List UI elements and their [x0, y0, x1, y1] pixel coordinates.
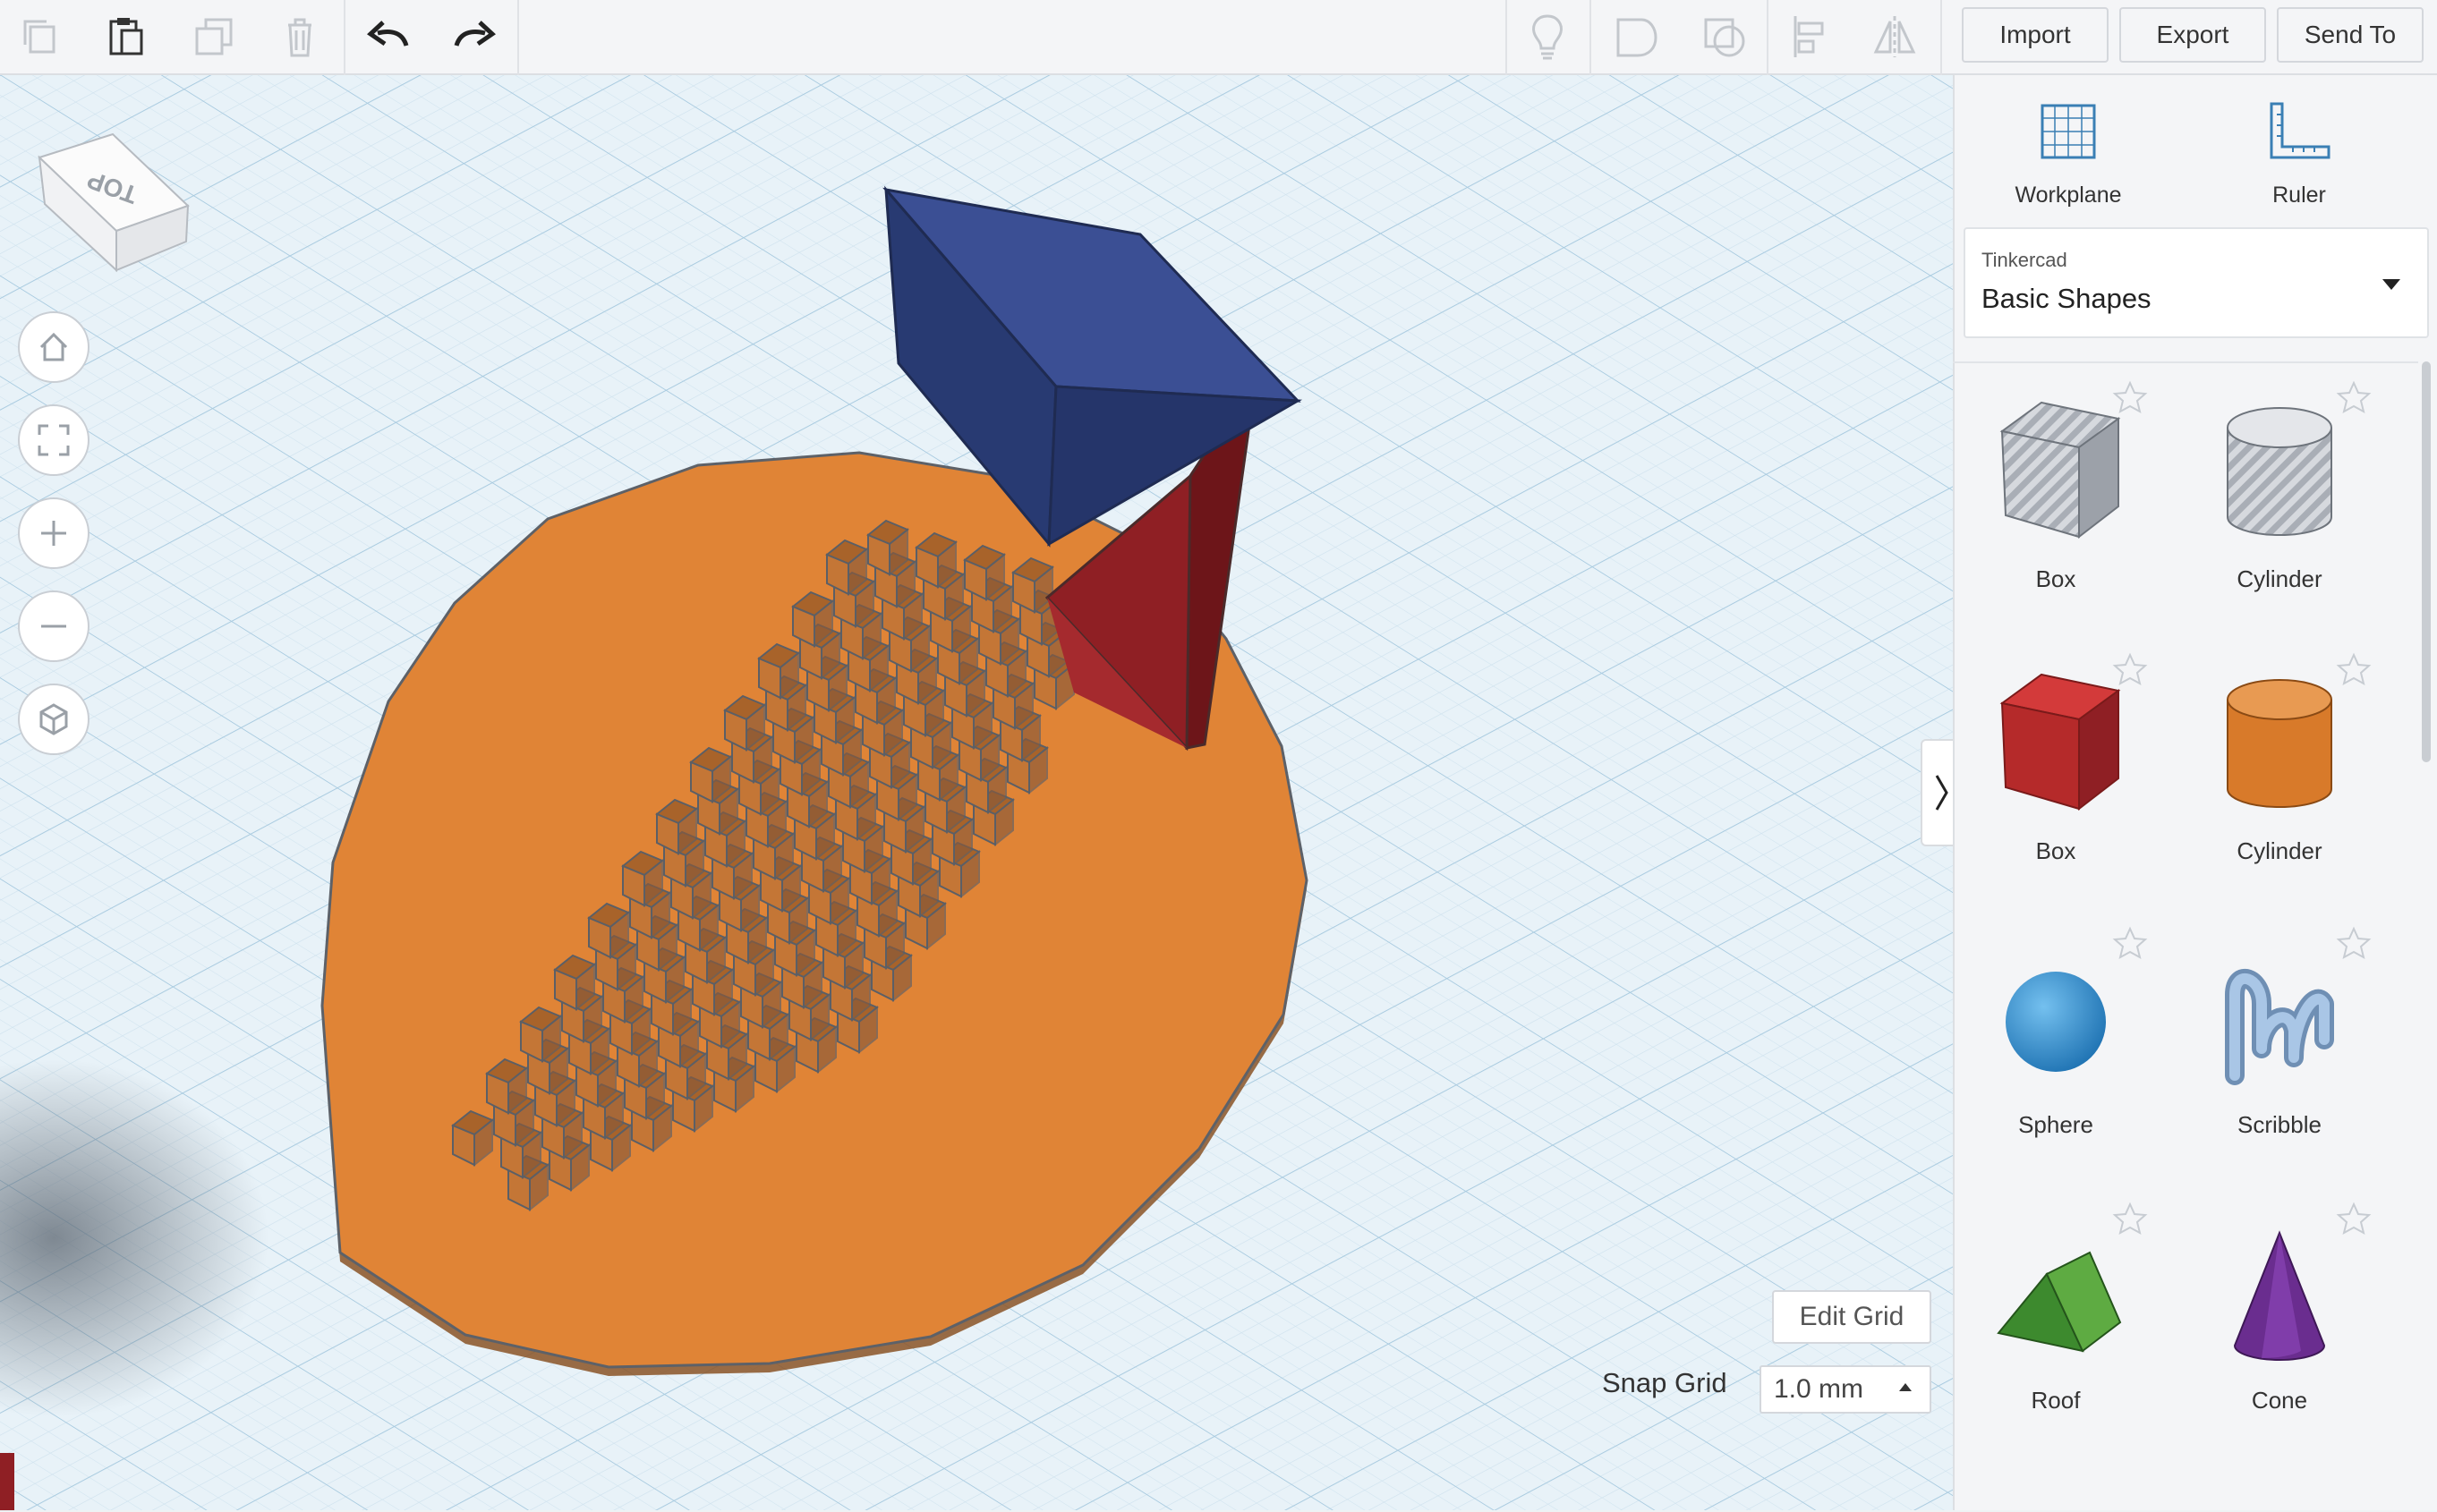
cylinder-hole-icon: [2227, 407, 2332, 536]
workplane-icon: [2041, 104, 2096, 159]
redo-icon: [454, 21, 496, 47]
shape-tile-roof[interactable]: Roof: [1953, 1185, 2159, 1444]
workplane-label: Workplane: [2015, 183, 2122, 208]
shape-tile-cone[interactable]: Cone: [2177, 1185, 2382, 1444]
home-icon: [39, 332, 68, 361]
ungroup-button[interactable]: [1693, 5, 1756, 68]
sphere-icon: [2006, 972, 2106, 1072]
cube-icon: [39, 703, 68, 735]
minus-icon: [41, 624, 66, 628]
scribble-icon: [2225, 969, 2334, 1085]
top-toolbar: Import Export Send To: [0, 0, 2437, 75]
toolbar-divider: [1940, 0, 1942, 75]
shape-name: Cylinder: [2237, 837, 2322, 864]
toolbar-divider: [1589, 0, 1591, 75]
perspective-button[interactable]: [18, 684, 89, 755]
zoom-out-button[interactable]: [18, 590, 89, 662]
ruler-label: Ruler: [2272, 183, 2326, 208]
box-hole-icon: [1999, 401, 2121, 539]
shape-name: Sphere: [2018, 1111, 2093, 1138]
view-cube[interactable]: TOP: [27, 107, 197, 277]
paste-icon: [109, 18, 143, 55]
group-button[interactable]: [1606, 5, 1668, 68]
edit-grid-button[interactable]: Edit Grid: [1772, 1290, 1931, 1344]
cone-icon: [2233, 1230, 2326, 1361]
shape-tile-box-hole[interactable]: Box: [1953, 363, 2159, 623]
workplane-tool[interactable]: Workplane: [1992, 93, 2144, 209]
library-provider: Tinkercad: [1981, 249, 2067, 271]
duplicate-button[interactable]: [183, 5, 245, 68]
ruler-icon: [2270, 102, 2330, 159]
toolbar-divider: [517, 0, 519, 75]
roof-icon: [1997, 1251, 2122, 1353]
library-selected: Basic Shapes: [1981, 283, 2152, 314]
3d-viewport[interactable]: TOP Edit Grid Snap Grid 1.0 mm: [0, 75, 1953, 1510]
shape-name: Box: [2035, 837, 2076, 864]
shape-name: Cylinder: [2237, 565, 2322, 592]
fit-view-icon: [38, 424, 70, 456]
toolbar-divider: [1505, 0, 1507, 75]
lightbulb-icon: [1532, 14, 1563, 60]
align-icon: [1794, 16, 1824, 57]
toolbar-divider: [344, 0, 345, 75]
shape-tile-sphere[interactable]: Sphere: [1953, 909, 2159, 1168]
box-icon: [1999, 673, 2121, 811]
copy-button[interactable]: [11, 5, 73, 68]
shape-tile-box[interactable]: Box: [1953, 635, 2159, 895]
shape-list-scrollbar[interactable]: [2422, 361, 2431, 762]
undo-button[interactable]: [358, 5, 421, 68]
workplane-grid: [0, 75, 1953, 1510]
shape-name: Roof: [2031, 1387, 2081, 1414]
shape-tile-cylinder[interactable]: Cylinder: [2177, 635, 2382, 895]
chevron-right-icon: [1935, 775, 1948, 811]
snap-grid-label: Snap Grid: [1602, 1367, 1727, 1398]
caret-down-icon: [2382, 279, 2400, 290]
send-to-button[interactable]: Send To: [2277, 7, 2424, 63]
undo-icon: [367, 21, 409, 47]
cylinder-icon: [2227, 679, 2332, 808]
copy-icon: [23, 20, 55, 54]
trash-icon: [288, 18, 311, 57]
home-view-button[interactable]: [18, 311, 89, 383]
align-button[interactable]: [1779, 5, 1842, 68]
ungroup-icon: [1704, 18, 1745, 57]
import-button[interactable]: Import: [1962, 7, 2109, 63]
delete-button[interactable]: [268, 5, 331, 68]
shape-name: Cone: [2251, 1387, 2308, 1414]
plus-icon: [41, 521, 66, 546]
export-button[interactable]: Export: [2119, 7, 2266, 63]
duplicate-icon: [195, 18, 233, 55]
mirror-icon: [1873, 16, 1916, 57]
paste-button[interactable]: [95, 5, 158, 68]
snap-grid-select[interactable]: 1.0 mm: [1760, 1365, 1931, 1414]
fit-view-button[interactable]: [18, 404, 89, 476]
zoom-in-button[interactable]: [18, 497, 89, 569]
group-icon: [1616, 18, 1657, 57]
shape-tile-scribble[interactable]: Scribble: [2177, 909, 2382, 1168]
redo-button[interactable]: [442, 5, 505, 68]
snap-grid-value: 1.0 mm: [1774, 1374, 1864, 1404]
shape-library-select[interactable]: Tinkercad Basic Shapes: [1964, 227, 2429, 338]
mirror-button[interactable]: [1863, 5, 1926, 68]
shape-name: Box: [2035, 565, 2076, 592]
ruler-tool[interactable]: Ruler: [2223, 93, 2375, 209]
caret-up-icon: [1899, 1383, 1912, 1391]
shape-tile-cylinder-hole[interactable]: Cylinder: [2177, 363, 2382, 623]
toolbar-divider: [1767, 0, 1768, 75]
shape-name: Scribble: [2237, 1111, 2322, 1138]
shape-list: Box Cylinder Box Cylinder Sphere Scribbl…: [1953, 361, 2418, 1512]
notes-button[interactable]: [1516, 5, 1579, 68]
